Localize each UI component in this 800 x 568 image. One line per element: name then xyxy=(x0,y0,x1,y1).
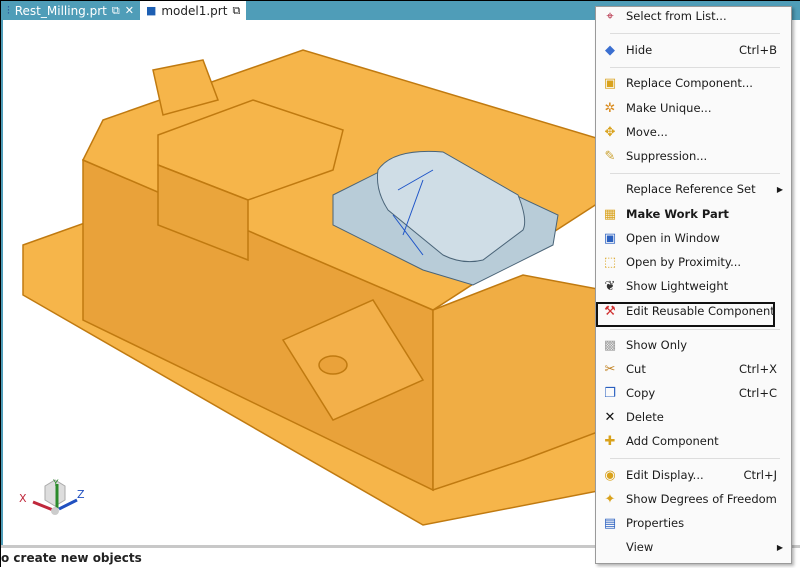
menu-item-replace-reference-set[interactable]: Replace Reference Set ▶ xyxy=(596,178,791,200)
edit-status-icon: ⧉ xyxy=(232,4,241,17)
menu-item-label: Replace Component... xyxy=(626,76,753,90)
context-menu: ⌖ Select from List... ◆ Hide Ctrl+B ▣ Replace … xyxy=(595,6,792,564)
menu-item-label: View xyxy=(626,540,654,554)
tab-rest-milling[interactable]: ⫶ Rest_Milling.prt ⧉ ✕ xyxy=(1,1,140,20)
menu-separator xyxy=(610,33,780,34)
add-component-icon: ✚ xyxy=(604,433,616,449)
menu-item-label: Edit Display... xyxy=(626,468,704,482)
menu-item-label: Cut xyxy=(626,362,646,376)
menu-separator xyxy=(610,67,780,68)
milling-operation-icon: ⫶ xyxy=(7,4,10,17)
menu-item-properties[interactable]: ▤ Properties xyxy=(596,512,791,534)
shortcut-label: Ctrl+J xyxy=(743,468,778,482)
menu-item-label: Suppression... xyxy=(626,149,708,163)
suppression-icon: ✎ xyxy=(604,148,616,164)
tab-label: model1.prt xyxy=(161,3,228,18)
move-icon: ✥ xyxy=(604,124,616,140)
y-axis-label: Y xyxy=(52,479,59,489)
shortcut-label: Ctrl+B xyxy=(739,43,777,57)
submenu-arrow-icon: ▶ xyxy=(776,184,783,194)
z-axis-label: Z xyxy=(77,488,85,501)
edit-display-icon: ◉ xyxy=(604,467,616,483)
edit-status-icon: ⧉ xyxy=(111,4,120,17)
replace-component-icon: ▣ xyxy=(603,75,617,91)
menu-item-view[interactable]: View ▶ xyxy=(596,536,791,558)
menu-item-show-degrees-of-freedom[interactable]: ✦ Show Degrees of Freedom xyxy=(596,488,791,510)
menu-separator xyxy=(610,458,780,459)
menu-item-show-only[interactable]: ▩ Show Only xyxy=(596,334,791,356)
menu-item-label: Properties xyxy=(626,516,685,530)
copy-icon: ❐ xyxy=(604,385,616,401)
menu-separator xyxy=(610,173,780,174)
show-only-icon: ▩ xyxy=(603,337,617,353)
menu-item-label: Hide xyxy=(626,43,653,57)
crosshair-icon: ⌖ xyxy=(606,8,614,24)
lightweight-icon: ❦ xyxy=(604,278,616,294)
menu-item-hide[interactable]: ◆ Hide Ctrl+B xyxy=(596,39,791,61)
menu-item-label: Delete xyxy=(626,410,664,424)
menu-item-make-unique[interactable]: ✲ Make Unique... xyxy=(596,97,791,119)
assembly-model[interactable] xyxy=(3,20,603,545)
menu-item-cut[interactable]: ✂ Cut Ctrl+X xyxy=(596,358,791,380)
menu-item-delete[interactable]: ✕ Delete xyxy=(596,406,791,428)
menu-item-label: Show Lightweight xyxy=(626,279,729,293)
menu-item-label: Open by Proximity... xyxy=(626,255,742,269)
menu-item-add-component[interactable]: ✚ Add Component xyxy=(596,430,791,452)
shortcut-label: Ctrl+X xyxy=(739,362,777,376)
menu-item-label: Replace Reference Set xyxy=(626,182,756,196)
scissors-icon: ✂ xyxy=(604,361,616,377)
make-unique-icon: ✲ xyxy=(604,100,616,116)
menu-item-open-in-window[interactable]: ▣ Open in Window xyxy=(596,227,791,249)
tab-model1[interactable]: ■ model1.prt ⧉ xyxy=(139,1,247,20)
menu-item-edit-reusable-component[interactable]: ⚒ Edit Reusable Component xyxy=(596,300,791,322)
boss-hole xyxy=(318,355,348,375)
delete-x-icon: ✕ xyxy=(604,409,616,425)
menu-item-label: Edit Reusable Component xyxy=(626,304,775,318)
menu-item-label: Select from List... xyxy=(626,9,727,23)
menu-item-replace-component[interactable]: ▣ Replace Component... xyxy=(596,72,791,94)
proximity-icon: ⬚ xyxy=(603,254,617,270)
menu-item-suppression[interactable]: ✎ Suppression... xyxy=(596,145,791,167)
part-cube-icon: ■ xyxy=(145,4,157,17)
menu-item-edit-display[interactable]: ◉ Edit Display... Ctrl+J xyxy=(596,464,791,486)
shortcut-label: Ctrl+C xyxy=(738,386,777,400)
x-axis-label: X xyxy=(19,492,27,505)
menu-item-show-lightweight[interactable]: ❦ Show Lightweight xyxy=(596,275,791,297)
hide-icon: ◆ xyxy=(605,42,615,58)
menu-item-open-by-proximity[interactable]: ⬚ Open by Proximity... xyxy=(596,251,791,273)
menu-item-label: Make Work Part xyxy=(626,207,729,221)
close-tab-icon[interactable]: ✕ xyxy=(125,5,134,16)
tab-label: Rest_Milling.prt xyxy=(14,3,107,18)
menu-item-label: Copy xyxy=(626,386,656,400)
menu-separator xyxy=(610,329,780,330)
submenu-arrow-icon: ▶ xyxy=(776,542,783,552)
view-triad[interactable]: X Y Z xyxy=(17,478,87,523)
menu-item-select-from-list[interactable]: ⌖ Select from List... xyxy=(596,5,791,27)
reusable-component-icon: ⚒ xyxy=(604,303,616,319)
menu-item-label: Make Unique... xyxy=(626,101,712,115)
menu-item-label: Open in Window xyxy=(626,231,720,245)
degrees-of-freedom-icon: ✦ xyxy=(604,491,616,507)
properties-icon: ▤ xyxy=(603,515,617,531)
menu-item-label: Add Component xyxy=(626,434,719,448)
menu-item-make-work-part[interactable]: ▦ Make Work Part xyxy=(596,203,791,225)
menu-item-label: Show Degrees of Freedom xyxy=(626,492,777,506)
menu-item-copy[interactable]: ❐ Copy Ctrl+C xyxy=(596,382,791,404)
menu-item-label: Move... xyxy=(626,125,668,139)
menu-item-label: Show Only xyxy=(626,338,688,352)
menu-item-move[interactable]: ✥ Move... xyxy=(596,121,791,143)
work-part-icon: ▦ xyxy=(603,206,617,222)
open-window-icon: ▣ xyxy=(603,230,617,246)
